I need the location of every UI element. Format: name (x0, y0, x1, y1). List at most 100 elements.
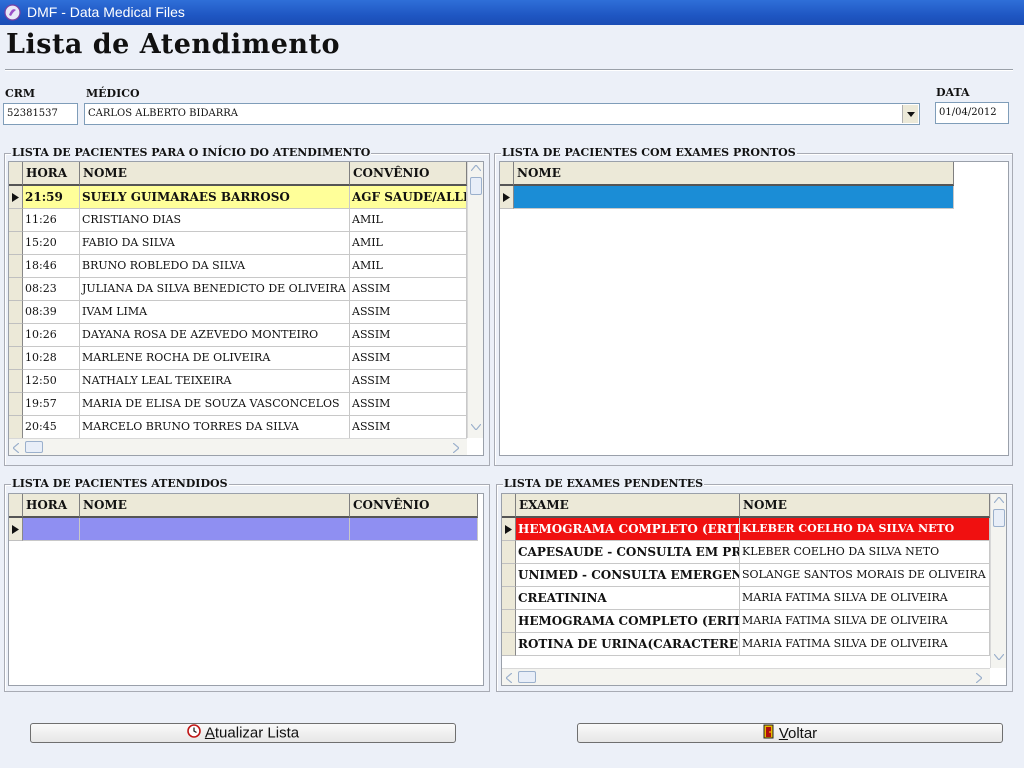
table-cell-selected[interactable]: HEMOGRAMA COMPLETO (ERITR (516, 518, 740, 541)
grid-prontos[interactable]: NOME (499, 161, 1009, 456)
horizontal-scrollbar[interactable] (502, 668, 990, 685)
table-cell[interactable]: FABIO DA SILVA (80, 232, 350, 255)
table-cell[interactable]: MARCELO BRUNO TORRES DA SILVA (80, 416, 350, 439)
table-cell[interactable]: DAYANA ROSA DE AZEVEDO MONTEIRO (80, 324, 350, 347)
table-cell[interactable]: 11:26 (23, 209, 80, 232)
grid-pendentes[interactable]: EXAME NOME HEMOGRAMA COMPLETO (ERITR KLEB… (501, 493, 1007, 686)
scroll-down-arrow-icon[interactable] (471, 424, 481, 430)
table-cell[interactable]: ASSIM (350, 324, 467, 347)
scroll-up-arrow-icon[interactable] (994, 497, 1004, 503)
table-cell-selected[interactable]: AGF SAUDE/ALLI (350, 186, 467, 209)
row-indicator (9, 416, 23, 439)
table-cell[interactable]: ASSIM (350, 347, 467, 370)
grid-inicio[interactable]: HORA NOME CONVÊNIO 21:59 SUELY GUIMARAES … (8, 161, 484, 456)
panel-pacientes-atendidos: LISTA DE PACIENTES ATENDIDOS HORA NOME C… (4, 477, 490, 692)
vertical-scrollbar[interactable] (467, 162, 483, 438)
scroll-right-arrow-icon[interactable] (976, 673, 982, 683)
table-cell[interactable]: JULIANA DA SILVA BENEDICTO DE OLIVEIRA (80, 278, 350, 301)
scroll-left-arrow-icon[interactable] (506, 673, 512, 683)
crm-field[interactable]: 52381537 (3, 103, 78, 125)
scroll-thumb[interactable] (470, 177, 482, 195)
table-cell[interactable]: 10:26 (23, 324, 80, 347)
table-cell[interactable]: MARIA FATIMA SILVA DE OLIVEIRA (740, 633, 990, 656)
table-cell[interactable]: ASSIM (350, 416, 467, 439)
scroll-thumb[interactable] (993, 509, 1005, 527)
table-cell[interactable]: ASSIM (350, 301, 467, 324)
scroll-left-arrow-icon[interactable] (13, 443, 19, 453)
row-indicator (9, 393, 23, 416)
table-cell[interactable]: 19:57 (23, 393, 80, 416)
voltar-button[interactable]: Voltar (577, 723, 1003, 743)
scroll-thumb-h[interactable] (518, 671, 536, 683)
table-cell[interactable] (80, 518, 350, 541)
table-cell[interactable]: CAPESAUDE - CONSULTA EM PRO (516, 541, 740, 564)
window-title: DMF - Data Medical Files (27, 4, 185, 20)
scroll-up-arrow-icon[interactable] (471, 165, 481, 171)
table-cell[interactable]: ASSIM (350, 393, 467, 416)
col-header-convenio[interactable]: CONVÊNIO (350, 494, 478, 518)
table-cell[interactable]: BRUNO ROBLEDO DA SILVA (80, 255, 350, 278)
table-cell[interactable]: 15:20 (23, 232, 80, 255)
table-cell[interactable]: CREATININA (516, 587, 740, 610)
voltar-accel: V (778, 724, 788, 742)
row-indicator (9, 347, 23, 370)
table-row-selected[interactable] (514, 186, 954, 209)
table-cell[interactable]: UNIMED - CONSULTA EMERGENC (516, 564, 740, 587)
table-cell[interactable]: ROTINA DE URINA(CARACTERES (516, 633, 740, 656)
scroll-down-arrow-icon[interactable] (994, 654, 1004, 660)
col-header-nome[interactable]: NOME (80, 494, 350, 518)
table-cell[interactable]: AMIL (350, 209, 467, 232)
table-cell[interactable]: 18:46 (23, 255, 80, 278)
table-cell[interactable]: CRISTIANO DIAS (80, 209, 350, 232)
scroll-thumb-h[interactable] (25, 441, 43, 453)
scroll-right-arrow-icon[interactable] (453, 443, 459, 453)
atualizar-lista-button[interactable]: Atualizar Lista (30, 723, 456, 743)
table-cell[interactable]: 08:23 (23, 278, 80, 301)
table-cell[interactable]: 12:50 (23, 370, 80, 393)
table-cell[interactable]: ASSIM (350, 278, 467, 301)
table-cell-selected[interactable]: SUELY GUIMARAES BARROSO (80, 186, 350, 209)
table-cell[interactable]: SOLANGE SANTOS MORAIS DE OLIVEIRA (740, 564, 990, 587)
row-pointer-icon (503, 193, 510, 202)
exit-door-icon (763, 724, 775, 744)
table-cell[interactable]: AMIL (350, 232, 467, 255)
table-cell[interactable]: MARLENE ROCHA DE OLIVEIRA (80, 347, 350, 370)
grid-atendidos[interactable]: HORA NOME CONVÊNIO (8, 493, 484, 686)
table-cell[interactable] (23, 518, 80, 541)
table-cell[interactable]: MARIA DE ELISA DE SOUZA VASCONCELOS (80, 393, 350, 416)
medico-select[interactable]: CARLOS ALBERTO BIDARRA (84, 103, 920, 125)
row-indicator (9, 301, 23, 324)
table-cell[interactable]: 08:39 (23, 301, 80, 324)
dropdown-arrow-icon[interactable] (902, 105, 918, 123)
table-cell[interactable]: MARIA FATIMA SILVA DE OLIVEIRA (740, 587, 990, 610)
vertical-scrollbar[interactable] (990, 494, 1006, 668)
col-header-exame[interactable]: EXAME (516, 494, 740, 518)
col-header-hora[interactable]: HORA (23, 162, 80, 186)
table-cell-selected[interactable]: 21:59 (23, 186, 80, 209)
col-header-nome[interactable]: NOME (514, 162, 954, 186)
table-cell[interactable]: HEMOGRAMA COMPLETO (ERITR (516, 610, 740, 633)
table-cell-selected[interactable]: KLEBER COELHO DA SILVA NETO (740, 518, 990, 541)
col-header-hora[interactable]: HORA (23, 494, 80, 518)
row-indicator (9, 278, 23, 301)
window-titlebar: DMF - Data Medical Files (0, 0, 1024, 25)
col-header-nome[interactable]: NOME (740, 494, 990, 518)
table-cell[interactable] (350, 518, 478, 541)
table-cell[interactable]: 20:45 (23, 416, 80, 439)
table-cell[interactable]: NATHALY LEAL TEIXEIRA (80, 370, 350, 393)
table-cell[interactable]: IVAM LIMA (80, 301, 350, 324)
date-field[interactable]: 01/04/2012 (935, 102, 1009, 124)
table-cell[interactable]: AMIL (350, 255, 467, 278)
table-cell[interactable]: MARIA FATIMA SILVA DE OLIVEIRA (740, 610, 990, 633)
horizontal-scrollbar[interactable] (9, 438, 467, 455)
row-indicator (9, 255, 23, 278)
col-header-nome[interactable]: NOME (80, 162, 350, 186)
table-cell[interactable]: ASSIM (350, 370, 467, 393)
atualizar-label: tualizar Lista (214, 724, 300, 742)
page-title: Lista de Atendimento (6, 29, 341, 60)
col-header-convenio[interactable]: CONVÊNIO (350, 162, 467, 186)
table-cell[interactable]: 10:28 (23, 347, 80, 370)
table-cell[interactable]: KLEBER COELHO DA SILVA NETO (740, 541, 990, 564)
panel-pendentes-title: LISTA DE EXAMES PENDENTES (503, 477, 705, 490)
row-indicator (502, 610, 516, 633)
